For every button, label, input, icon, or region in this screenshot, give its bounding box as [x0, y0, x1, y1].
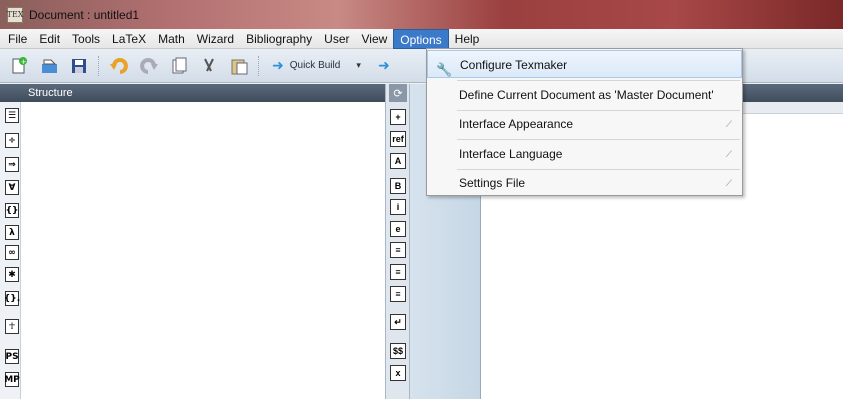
menu-tools[interactable]: Tools	[66, 29, 106, 49]
copy-icon[interactable]	[168, 55, 190, 77]
submenu-arrow-icon: ⟋	[725, 119, 732, 129]
latex-toolbar: ⟳ + ref A B i e ≡ ≡ ≡ ↵ $$ x	[385, 84, 410, 399]
arrows-icon[interactable]: ⇒	[5, 157, 19, 172]
greek-letters-icon[interactable]: λ	[5, 225, 19, 240]
emphasis-icon[interactable]: e	[390, 221, 406, 237]
options-menu: 🔧 Configure Texmaker Define Current Docu…	[426, 48, 743, 196]
menu-item-label: Define Current Document as 'Master Docum…	[459, 88, 714, 102]
delimiters-icon[interactable]: {}	[5, 203, 19, 218]
menu-math[interactable]: Math	[152, 29, 191, 49]
menu-edit[interactable]: Edit	[33, 29, 66, 49]
submenu-arrow-icon: ⟋	[725, 149, 732, 159]
user-symbols-icon[interactable]: ☥	[5, 319, 19, 334]
math-mode-icon[interactable]: $$	[390, 343, 406, 359]
menu-user[interactable]: User	[318, 29, 355, 49]
menu-item-label: Interface Language	[459, 147, 563, 161]
cut-icon[interactable]	[198, 55, 220, 77]
menu-file[interactable]: File	[2, 29, 33, 49]
run-arrow-icon[interactable]: ➜	[373, 55, 395, 77]
pstricks-icon[interactable]: PS	[5, 349, 19, 364]
menu-options[interactable]: Options	[393, 28, 449, 49]
align-center-icon[interactable]: ≡	[390, 264, 406, 280]
run-arrow-icon: ➜	[272, 57, 284, 73]
menu-item-label: Configure Texmaker	[460, 58, 568, 72]
menu-bar: File Edit Tools LaTeX Math Wizard Biblio…	[0, 28, 843, 49]
new-line-icon[interactable]: ↵	[390, 314, 406, 330]
menu-item-label: Interface Appearance	[459, 117, 574, 131]
align-right-icon[interactable]: ≡	[390, 286, 406, 302]
menu-item-interface-appearance[interactable]: Interface Appearance ⟋	[427, 110, 742, 138]
menu-item-settings-file[interactable]: Settings File ⟋	[427, 169, 742, 197]
subscript-icon[interactable]: x	[390, 365, 406, 381]
metapost-icon[interactable]: MP	[4, 372, 20, 387]
italic-icon[interactable]: i	[390, 199, 406, 215]
align-left-icon[interactable]: ≡	[390, 242, 406, 258]
undo-icon[interactable]	[108, 55, 130, 77]
bold-icon[interactable]: B	[390, 178, 406, 194]
structure-list-icon[interactable]: ☰	[5, 108, 19, 123]
toolbar-separator	[98, 55, 100, 76]
menu-wizard[interactable]: Wizard	[191, 29, 240, 49]
menu-bibliography[interactable]: Bibliography	[240, 29, 318, 49]
refresh-icon[interactable]: ⟳	[389, 84, 407, 102]
menu-item-interface-language[interactable]: Interface Language ⟋	[427, 140, 742, 168]
infinity-icon[interactable]: ∞	[5, 245, 19, 260]
toolbar-separator	[258, 55, 260, 76]
wrench-icon: 🔧	[436, 62, 453, 77]
menu-item-configure-texmaker[interactable]: 🔧 Configure Texmaker	[427, 50, 742, 78]
open-file-icon[interactable]	[38, 55, 60, 77]
menu-help[interactable]: Help	[449, 29, 486, 49]
chevron-down-icon[interactable]: ▾	[356, 60, 361, 71]
window-title: Document : untitled1	[29, 7, 140, 22]
asterisk-icon[interactable]: ✱	[5, 267, 19, 282]
structure-panel[interactable]	[20, 102, 385, 399]
save-icon[interactable]	[68, 55, 90, 77]
svg-text:+: +	[21, 58, 27, 66]
font-size-icon[interactable]: A	[390, 153, 406, 169]
structure-header: Structure	[0, 84, 385, 102]
misc-symbols-icon[interactable]: ∀	[5, 180, 19, 195]
menu-item-label: Settings File	[459, 176, 526, 190]
quick-build-label: Quick Build	[289, 60, 341, 71]
ref-icon[interactable]: ref	[390, 131, 406, 147]
redo-icon[interactable]	[138, 55, 160, 77]
menu-view[interactable]: View	[356, 29, 394, 49]
texmaker-app-icon: TEX	[7, 6, 23, 23]
menu-item-define-master-document[interactable]: Define Current Document as 'Master Docum…	[427, 81, 742, 109]
new-file-icon[interactable]: +	[8, 55, 30, 77]
insert-part-icon[interactable]: +	[390, 109, 406, 125]
operators-icon[interactable]: ÷	[5, 133, 19, 148]
braces-icon[interactable]: {}.	[4, 291, 20, 306]
quick-build-button[interactable]: ➜ Quick Build ▾	[268, 55, 365, 77]
title-bar: TEX Document : untitled1	[0, 0, 843, 29]
submenu-arrow-icon: ⟋	[725, 178, 732, 188]
paste-icon[interactable]	[228, 55, 250, 77]
left-symbol-toolbar: ☰ ÷ ⇒ ∀ {} λ ∞ ✱ {}. ☥ PS MP	[0, 102, 20, 399]
menu-latex[interactable]: LaTeX	[106, 29, 152, 49]
